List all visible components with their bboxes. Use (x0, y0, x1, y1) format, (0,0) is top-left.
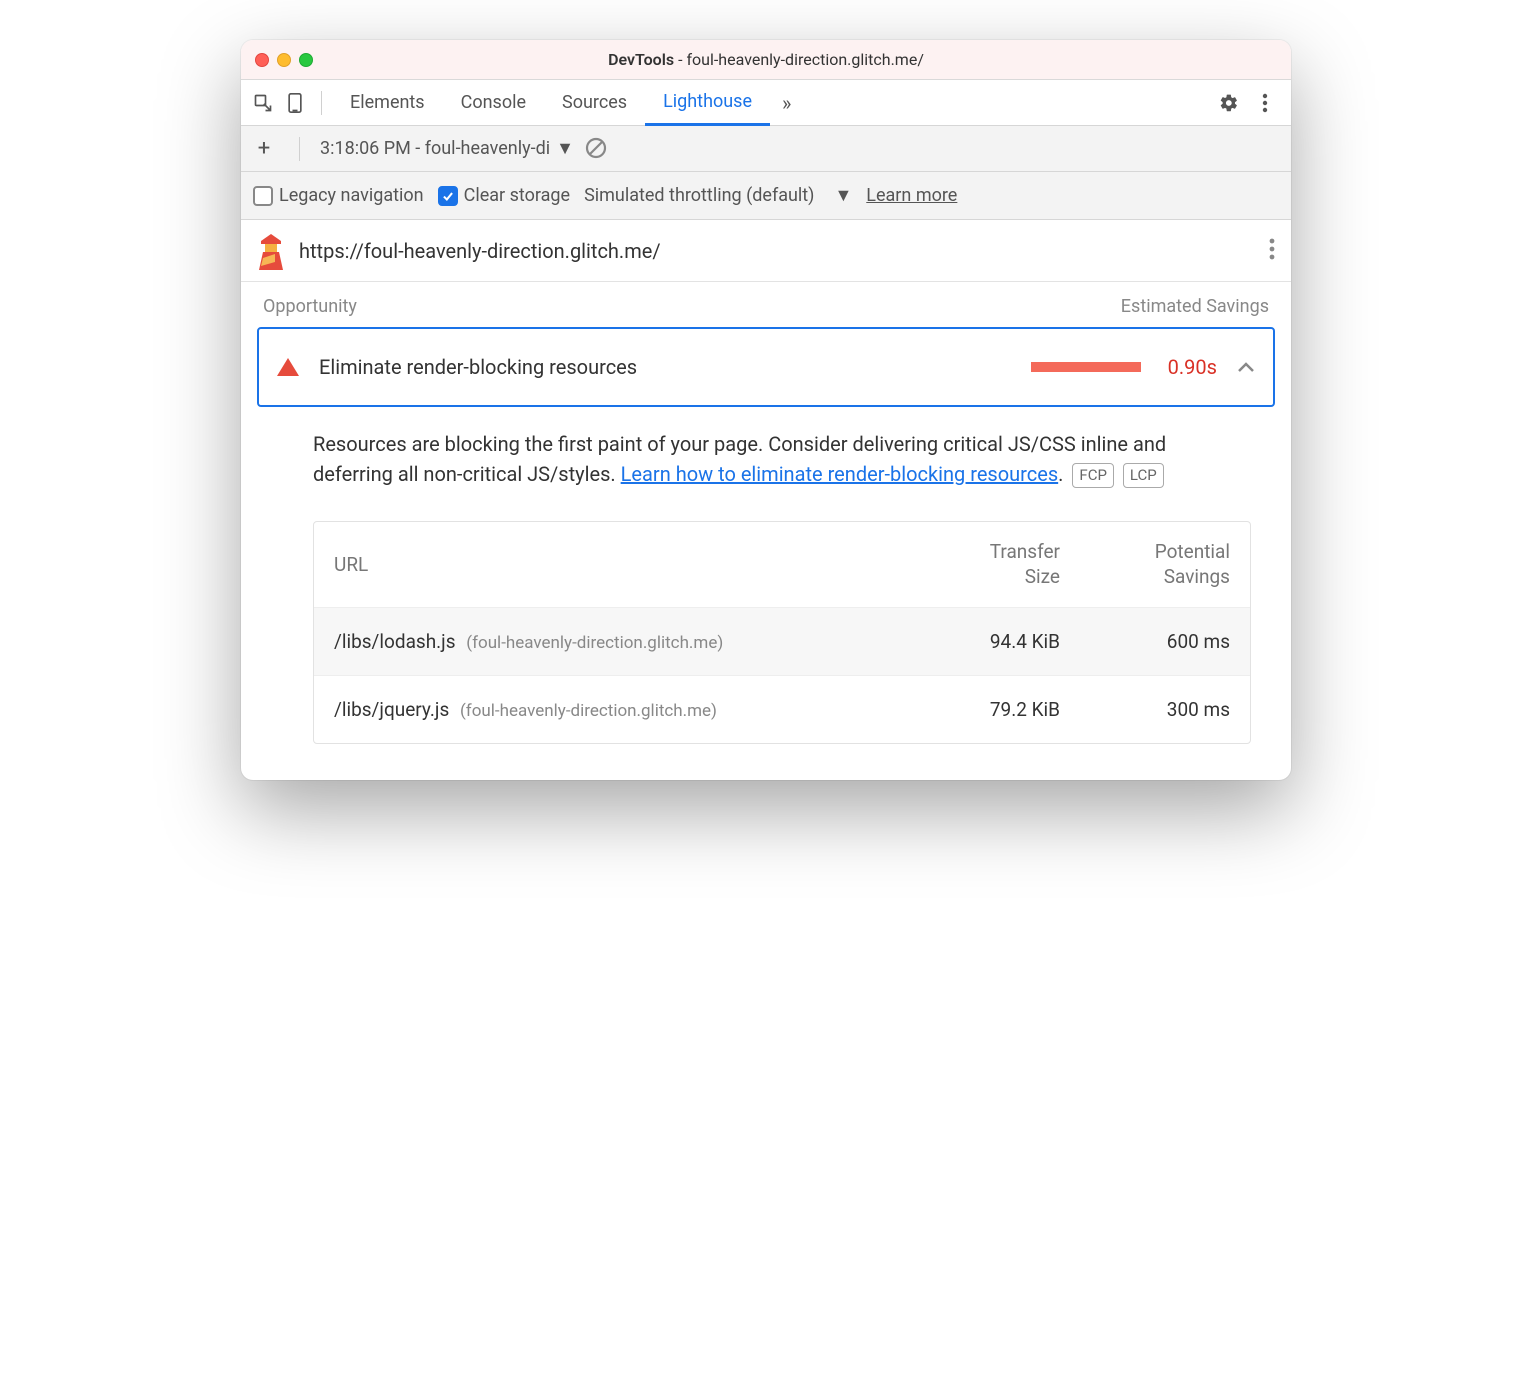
devtools-tabs: Elements Console Sources Lighthouse » (241, 80, 1291, 126)
opportunity-table: URL TransferSize PotentialSavings /libs/… (313, 521, 1251, 744)
report-url-row: https://foul-heavenly-direction.glitch.m… (241, 220, 1291, 282)
tab-elements[interactable]: Elements (332, 80, 443, 126)
clear-storage-checkbox[interactable] (438, 186, 458, 206)
clear-storage-label: Clear storage (464, 185, 570, 206)
table-row: /libs/jquery.js (foul-heavenly-direction… (314, 675, 1250, 743)
legacy-navigation-label: Legacy navigation (279, 185, 424, 206)
lighthouse-options: Legacy navigation Clear storage Simulate… (241, 172, 1291, 220)
opportunity-title: Eliminate render-blocking resources (319, 355, 1011, 379)
dropdown-caret-icon: ▼ (556, 138, 574, 159)
cell-savings: 300 ms (1060, 698, 1230, 721)
legacy-navigation-option[interactable]: Legacy navigation (253, 185, 424, 206)
throttling-label: Simulated throttling (default) (584, 185, 814, 206)
opportunity-header: Opportunity Estimated Savings (241, 282, 1291, 327)
report-select[interactable]: 3:18:06 PM - foul-heavenly-di ▼ (320, 138, 574, 159)
cell-url-path: /libs/lodash.js (334, 630, 456, 653)
tab-sources[interactable]: Sources (544, 80, 645, 126)
tab-console[interactable]: Console (443, 80, 544, 126)
table-header: URL TransferSize PotentialSavings (314, 522, 1250, 607)
more-options-icon[interactable] (1249, 87, 1281, 119)
cell-savings: 600 ms (1060, 630, 1230, 653)
metric-tag-lcp: LCP (1123, 463, 1164, 488)
inspect-element-icon[interactable] (247, 87, 279, 119)
new-report-button[interactable]: + (249, 134, 279, 164)
warning-triangle-icon (277, 358, 299, 376)
settings-icon[interactable] (1213, 87, 1245, 119)
cell-url-host: (foul-heavenly-direction.glitch.me) (466, 633, 723, 653)
clear-icon[interactable] (584, 136, 610, 162)
separator (321, 91, 322, 115)
titlebar: DevTools - foul-heavenly-direction.glitc… (241, 40, 1291, 80)
cell-url: /libs/lodash.js (foul-heavenly-direction… (334, 630, 910, 653)
chevron-up-icon[interactable] (1237, 358, 1255, 377)
lighthouse-toolbar: + 3:18:06 PM - foul-heavenly-di ▼ (241, 126, 1291, 172)
savings-value: 0.90s (1161, 355, 1217, 379)
opportunity-item[interactable]: Eliminate render-blocking resources 0.90… (257, 327, 1275, 407)
metric-tag-fcp: FCP (1072, 463, 1114, 488)
device-toolbar-icon[interactable] (279, 87, 311, 119)
separator (299, 137, 300, 161)
cell-url-host: (foul-heavenly-direction.glitch.me) (460, 701, 717, 721)
cell-transfer: 94.4 KiB (910, 630, 1060, 653)
opportunity-header-right: Estimated Savings (1121, 296, 1269, 317)
opportunity-header-left: Opportunity (263, 296, 357, 317)
table-row: /libs/lodash.js (foul-heavenly-direction… (314, 607, 1250, 675)
learn-eliminate-link[interactable]: Learn how to eliminate render-blocking r… (621, 462, 1059, 486)
report-select-label: 3:18:06 PM - foul-heavenly-di (320, 138, 550, 159)
devtools-window: DevTools - foul-heavenly-direction.glitc… (241, 40, 1291, 780)
th-savings: PotentialSavings (1060, 540, 1230, 589)
dropdown-caret-icon: ▼ (834, 185, 852, 206)
close-window-button[interactable] (255, 53, 269, 67)
more-tabs-icon[interactable]: » (770, 91, 803, 115)
th-transfer: TransferSize (910, 540, 1060, 589)
maximize-window-button[interactable] (299, 53, 313, 67)
opportunity-description: Resources are blocking the first paint o… (241, 407, 1291, 507)
learn-more-link[interactable]: Learn more (866, 185, 957, 206)
window-title: DevTools - foul-heavenly-direction.glitc… (241, 50, 1291, 69)
report-url: https://foul-heavenly-direction.glitch.m… (299, 239, 1255, 263)
opportunity-desc-tail: . (1058, 462, 1068, 486)
throttling-select[interactable]: Simulated throttling (default) ▼ (584, 185, 852, 206)
cell-url: /libs/jquery.js (foul-heavenly-direction… (334, 698, 910, 721)
clear-storage-option[interactable]: Clear storage (438, 185, 570, 206)
th-url: URL (334, 553, 910, 576)
cell-transfer: 79.2 KiB (910, 698, 1060, 721)
traffic-lights (255, 53, 313, 67)
minimize-window-button[interactable] (277, 53, 291, 67)
cell-url-path: /libs/jquery.js (334, 698, 449, 721)
savings-bar (1031, 362, 1141, 372)
lighthouse-icon (257, 234, 285, 268)
report-menu-icon[interactable] (1269, 238, 1275, 264)
legacy-navigation-checkbox[interactable] (253, 186, 273, 206)
tab-lighthouse[interactable]: Lighthouse (645, 80, 770, 126)
